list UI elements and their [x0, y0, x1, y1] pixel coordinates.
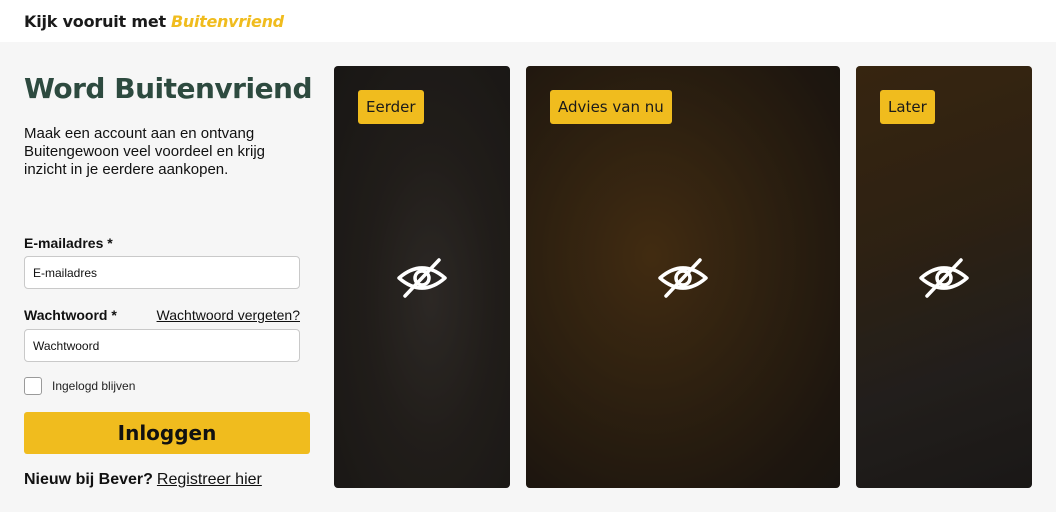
- page-title: Word Buitenvriend: [24, 72, 313, 105]
- card-badge: Eerder: [358, 90, 424, 124]
- card-badge: Advies van nu: [550, 90, 672, 124]
- brand-logo[interactable]: Buitenvriend: [171, 12, 284, 31]
- register-prompt: Nieuw bij Bever? Registreer hier: [24, 471, 262, 489]
- main-content: Word Buitenvriend Maak een account aan e…: [0, 42, 1056, 512]
- forgot-password-link[interactable]: Wachtwoord vergeten?: [157, 307, 300, 323]
- eye-slash-icon[interactable]: [395, 256, 449, 300]
- remember-me-checkbox[interactable]: [24, 377, 42, 395]
- new-user-question: Nieuw bij Bever?: [24, 471, 153, 488]
- top-banner: Kijk vooruit met Buitenvriend: [0, 0, 1056, 42]
- email-label: E-mailadres *: [24, 235, 113, 251]
- password-label: Wachtwoord *: [24, 307, 117, 323]
- remember-me: Ingelogd blijven: [24, 377, 135, 395]
- card-badge: Later: [880, 90, 935, 124]
- eye-slash-icon[interactable]: [656, 256, 710, 300]
- card-later[interactable]: Later: [856, 66, 1032, 488]
- card-advies-van-nu[interactable]: Advies van nu: [526, 66, 840, 488]
- register-link[interactable]: Registreer hier: [157, 471, 262, 488]
- banner-lead-text: Kijk vooruit met: [24, 11, 166, 31]
- card-eerder[interactable]: Eerder: [334, 66, 510, 488]
- eye-slash-icon[interactable]: [917, 256, 971, 300]
- intro-text: Maak een account aan en ontvang Buitenge…: [24, 125, 265, 178]
- login-button[interactable]: Inloggen: [24, 412, 310, 454]
- remember-me-label[interactable]: Ingelogd blijven: [52, 379, 135, 393]
- password-field[interactable]: [24, 329, 300, 362]
- email-field[interactable]: [24, 256, 300, 289]
